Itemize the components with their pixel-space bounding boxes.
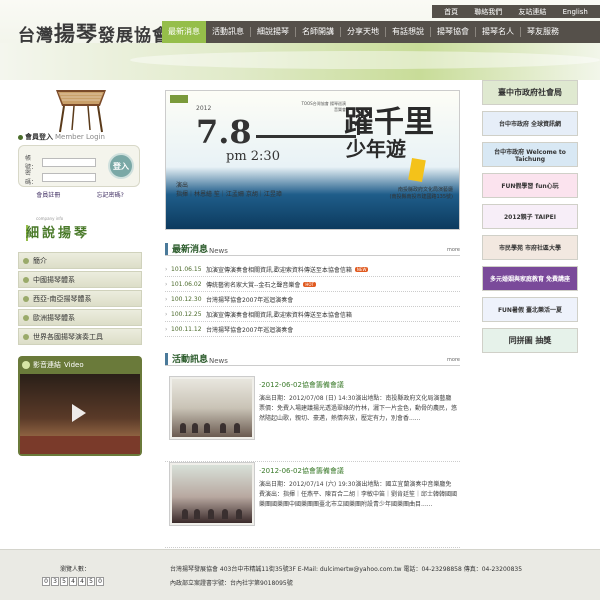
visit-counter-label: 瀏覽人數： [60, 566, 91, 573]
util-english-link[interactable]: English [563, 8, 588, 16]
news-item[interactable]: › 100.12.30 台灣揚琴協會2007年巡迴演奏會 [165, 292, 460, 307]
partner-banner[interactable]: 臺中市政府社會局 [482, 80, 578, 105]
hero-banner[interactable]: 2012 7.8 pm 2:30 TOOS台灣協會 揚琴巡演音樂會 躍千里 少年… [165, 90, 460, 230]
nav-activities[interactable]: 活動訊息 [206, 27, 251, 37]
hero-flag-icon [408, 157, 426, 183]
brand-subtitle: company info [36, 216, 64, 221]
hero-subtitle: 少年遊 [346, 137, 406, 161]
hero-org-logo [170, 95, 188, 103]
side-menu-item[interactable]: 歐洲揚琴體系 [18, 309, 142, 326]
side-menu-item[interactable]: 中國揚琴體系 [18, 271, 142, 288]
activity-body: 演出日期：2012/07/14 (六) 19:30演出地點：國立宜蘭演奏中音樂廳… [259, 481, 458, 508]
password-input[interactable] [42, 172, 96, 182]
hero-performers: 演出 指揮｜林恩繪 笙｜江孟姍 京胡｜江昱璋 [176, 182, 282, 198]
activity-item: ‧2012-06-02協會籌備會議 演出日期：2012/07/14 (六) 19… [165, 458, 460, 548]
hero-time: pm 2:30 [226, 149, 280, 164]
partner-banner[interactable]: 同拼圖 抽獎 [482, 328, 578, 353]
news-list: › 101.06.15 加演宣傳演奏會相關資訊,歡迎索資料傳送至本協會信箱 NEW ›… [165, 262, 460, 337]
side-menu-item[interactable]: 簡介 [18, 252, 142, 269]
bullet-icon [23, 314, 29, 321]
account-input[interactable] [42, 157, 96, 167]
nav-lectures[interactable]: 名師開講 [296, 27, 341, 37]
activity-more-link[interactable]: more [447, 357, 460, 363]
partner-banner[interactable]: 2012親子 TAIPEI [482, 204, 578, 229]
main-nav: 最新消息 活動訊息 細說揚琴 名師開講 分享天地 有話想說 揚琴協會 揚琴名人 … [162, 21, 600, 43]
partner-banner[interactable]: 市民學苑 市府社區大學 [482, 235, 578, 260]
activity-header: 活動訊息 News more [165, 352, 460, 366]
nav-share[interactable]: 分享天地 [341, 27, 386, 37]
footer-registration: 內政部立案證書字號：台內社字第9018095號 [170, 580, 293, 587]
partner-banner[interactable]: 多元婚姻與家庭教育 免費講座 [482, 266, 578, 291]
news-item[interactable]: › 100.12.25 加演宣傳演奏會相關資訊,歡迎索資料傳送至本協會信箱 [165, 307, 460, 322]
bullet-icon [23, 257, 29, 264]
util-friends-link[interactable]: 友站連結 [518, 7, 546, 17]
new-badge: NEW [354, 266, 369, 272]
activity-title[interactable]: ‧2012-06-02協會籌備會議 [259, 380, 344, 390]
partner-banner[interactable]: FUN暑假 臺北樂活一夏 [482, 297, 578, 322]
partner-banners: 臺中市政府社會局 台中市政府 全球資訊網 台中市政府 Welcome to Ta… [482, 80, 578, 359]
hero-year: 2012 [196, 105, 212, 112]
video-player[interactable] [20, 374, 140, 454]
login-bullet-icon [18, 134, 23, 140]
video-stage [20, 436, 140, 454]
video-bullet-icon [22, 361, 30, 369]
partner-banner[interactable]: FUN假學習 fun心玩 [482, 173, 578, 198]
login-form: 帳號： 密碼： 登入 [18, 145, 140, 187]
activity-photo[interactable] [169, 462, 255, 526]
partner-banner[interactable]: 台中市政府 全球資訊網 [482, 111, 578, 136]
login-title: 會員登入 Member Login [18, 132, 142, 142]
brand-title: 細說揚琴 [26, 226, 91, 241]
nav-message[interactable]: 有話想說 [386, 27, 431, 37]
bullet-icon [23, 333, 29, 340]
section-bar [165, 353, 168, 365]
login-links: 會員註冊 忘記密碼? [18, 190, 142, 199]
side-menu: 簡介 中國揚琴體系 西亞-南亞揚琴體系 歐洲揚琴體系 世界各國揚琴演奏工具 [18, 252, 142, 347]
bullet-icon [23, 295, 29, 302]
header-swoosh [0, 43, 600, 80]
news-item[interactable]: › 100.11.12 台灣揚琴協會2007年巡迴演奏會 [165, 322, 460, 337]
activity-item: ‧2012-06-02協會籌備會議 演出日期：2012/07/08 (日) 14… [165, 372, 460, 462]
hero-venue: 南投縣政府文化局演藝廳 (南投縣南投市建國路135號) [389, 187, 453, 200]
activity-photo[interactable] [169, 376, 255, 440]
hero-org: TOOS台灣協會 揚琴巡演音樂會 [301, 101, 346, 112]
hot-badge: HOT [303, 281, 316, 287]
side-menu-item[interactable]: 世界各國揚琴演奏工具 [18, 328, 142, 345]
footer-address: 台灣揚琴發展協會 403台中市精誠11街35號3F E-Mail: dulcim… [170, 566, 523, 573]
video-panel: 影音連結 Video [18, 356, 142, 456]
util-contact-link[interactable]: 聯絡我們 [474, 7, 502, 17]
news-more-link[interactable]: more [447, 247, 460, 253]
forgot-password-link[interactable]: 忘記密碼? [97, 190, 124, 199]
section-bar [165, 243, 168, 255]
register-link[interactable]: 會員註冊 [36, 190, 60, 199]
side-menu-item[interactable]: 西亞-南亞揚琴體系 [18, 290, 142, 307]
activity-body: 演出日期：2012/07/08 (日) 14:30演出地點：南投縣政府文化局演藝… [259, 395, 458, 422]
util-home-link[interactable]: 首頁 [444, 7, 458, 17]
utility-links: 首頁 聯絡我們 友站連結 English [432, 5, 600, 18]
nav-famous[interactable]: 揚琴名人 [476, 27, 521, 37]
news-header: 最新消息 News more [165, 242, 460, 256]
activity-photo-image [172, 465, 252, 523]
dulcimer-illustration [56, 90, 106, 133]
nav-services[interactable]: 琴友服務 [521, 27, 565, 37]
footer: 瀏覽人數： 0354450 台灣揚琴發展協會 403台中市精誠11街35號3F … [0, 549, 600, 600]
bullet-icon [23, 276, 29, 283]
partner-banner[interactable]: 台中市政府 Welcome to Taichung [482, 142, 578, 167]
play-icon[interactable] [72, 404, 86, 422]
nav-news[interactable]: 最新消息 [162, 21, 206, 43]
nav-about-dulcimer[interactable]: 細說揚琴 [251, 27, 296, 37]
member-login: 會員登入 Member Login 帳號： 密碼： 登入 會員註冊 忘記密碼? [18, 132, 142, 204]
activity-photo-image [172, 379, 252, 437]
hero-stroke [256, 135, 356, 138]
password-row: 密碼： [25, 168, 96, 186]
visit-counter: 0354450 [42, 577, 104, 586]
news-item[interactable]: › 101.06.15 加演宣傳演奏會相關資訊,歡迎索資料傳送至本協會信箱 NEW [165, 262, 460, 277]
hero-date: 7.8 [196, 113, 252, 151]
news-item[interactable]: › 101.06.02 傳統藝術名家大賞--金石之聲音樂會 HOT [165, 277, 460, 292]
activity-title[interactable]: ‧2012-06-02協會籌備會議 [259, 466, 344, 476]
password-label: 密碼： [25, 170, 38, 186]
login-button[interactable]: 登入 [108, 153, 134, 179]
nav-association[interactable]: 揚琴協會 [431, 27, 476, 37]
video-title: 影音連結 Video [20, 358, 140, 372]
